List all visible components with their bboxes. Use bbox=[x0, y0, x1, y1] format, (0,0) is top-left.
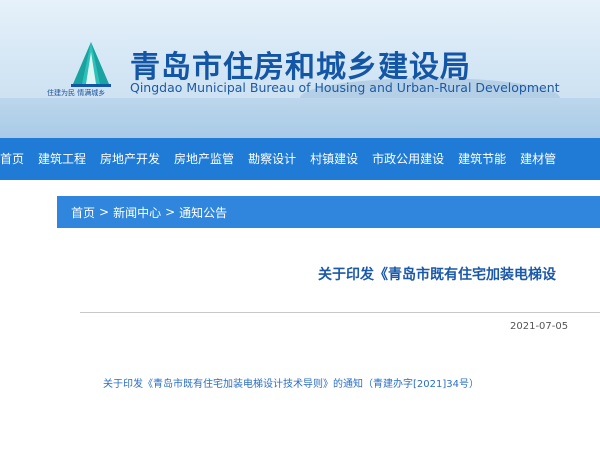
breadcrumb: 首页 > 新闻中心 > 通知公告 bbox=[57, 196, 600, 228]
site-title-en: Qingdao Municipal Bureau of Housing and … bbox=[130, 80, 560, 95]
nav-item-home[interactable]: 站首页 bbox=[0, 138, 31, 180]
breadcrumb-separator: > bbox=[99, 205, 110, 219]
main-nav: 站首页 建筑工程 房地产开发 房地产监管 勘察设计 村镇建设 市政公用建设 建筑… bbox=[0, 138, 600, 180]
nav-item-real-estate-supervision[interactable]: 房地产监管 bbox=[167, 138, 241, 180]
header-slogan: 住建为民 情满城乡 bbox=[47, 89, 106, 97]
article-date: 2021-07-05 bbox=[510, 321, 569, 332]
bureau-logo-icon bbox=[71, 42, 111, 87]
article-title: 关于印发《青岛市既有住宅加装电梯设 bbox=[318, 267, 556, 283]
nav-item-village-construction[interactable]: 村镇建设 bbox=[303, 138, 365, 180]
breadcrumb-notice-link[interactable]: 通知公告 bbox=[179, 204, 227, 221]
article-divider bbox=[80, 312, 600, 313]
nav-item-municipal-construction[interactable]: 市政公用建设 bbox=[365, 138, 451, 180]
header-banner: 住建为民 情满城乡 青岛市住房和城乡建设局 Qingdao Municipal … bbox=[0, 0, 600, 138]
breadcrumb-separator: > bbox=[165, 205, 176, 219]
nav-item-survey-design[interactable]: 勘察设计 bbox=[241, 138, 303, 180]
banner-sea-decoration bbox=[0, 98, 600, 138]
article-attachment-link[interactable]: 关于印发《青岛市既有住宅加装电梯设计技术导则》的通知（青建办字[2021]34号… bbox=[103, 375, 479, 390]
nav-item-real-estate-dev[interactable]: 房地产开发 bbox=[93, 138, 167, 180]
nav-item-energy-saving[interactable]: 建筑节能 bbox=[451, 138, 513, 180]
nav-item-construction[interactable]: 建筑工程 bbox=[31, 138, 93, 180]
breadcrumb-home-link[interactable]: 首页 bbox=[71, 204, 95, 221]
nav-item-building-materials[interactable]: 建材管 bbox=[513, 138, 563, 180]
breadcrumb-news-link[interactable]: 新闻中心 bbox=[113, 204, 161, 221]
